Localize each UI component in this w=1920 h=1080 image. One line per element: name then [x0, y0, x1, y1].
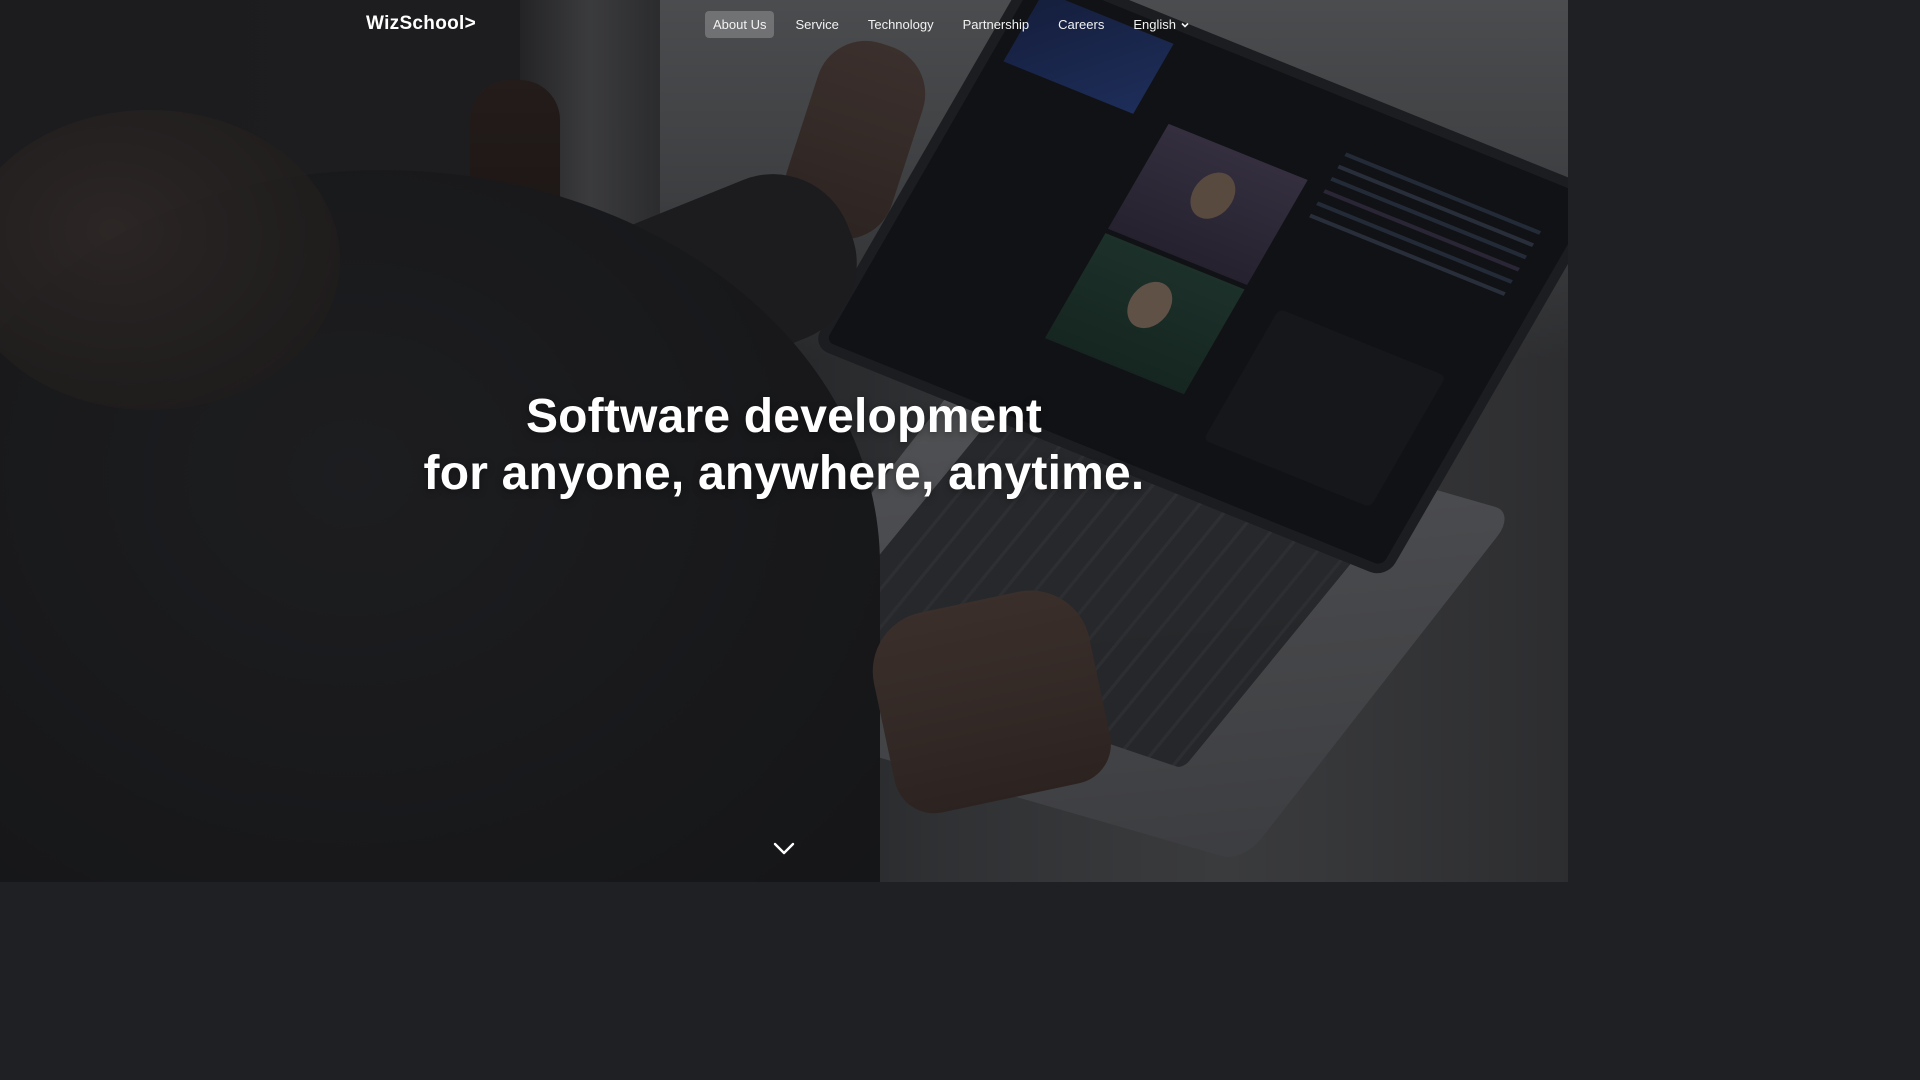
nav-technology[interactable]: Technology [860, 11, 942, 38]
wizschool-logo[interactable]: WizSchool> [366, 13, 476, 35]
scroll-down-chevron-icon[interactable] [772, 838, 796, 858]
hero-headline-line1: Software development [525, 390, 1043, 443]
nav-about-us[interactable]: About Us [705, 11, 775, 38]
language-label: English [1133, 17, 1176, 32]
nav-careers[interactable]: Careers [1050, 11, 1112, 38]
main-nav: About Us Service Technology Partnership … [705, 11, 1190, 38]
hero-headline: Software development for anyone, anywher… [0, 388, 1568, 502]
nav-service[interactable]: Service [787, 11, 846, 38]
chevron-down-icon [1181, 22, 1189, 28]
site-header: WizSchool> About Us Service Technology P… [0, 0, 1568, 52]
hero-headline-line2: for anyone, anywhere, anytime. [423, 447, 1145, 500]
nav-partnership[interactable]: Partnership [955, 11, 1037, 38]
language-selector[interactable]: English [1133, 17, 1190, 32]
